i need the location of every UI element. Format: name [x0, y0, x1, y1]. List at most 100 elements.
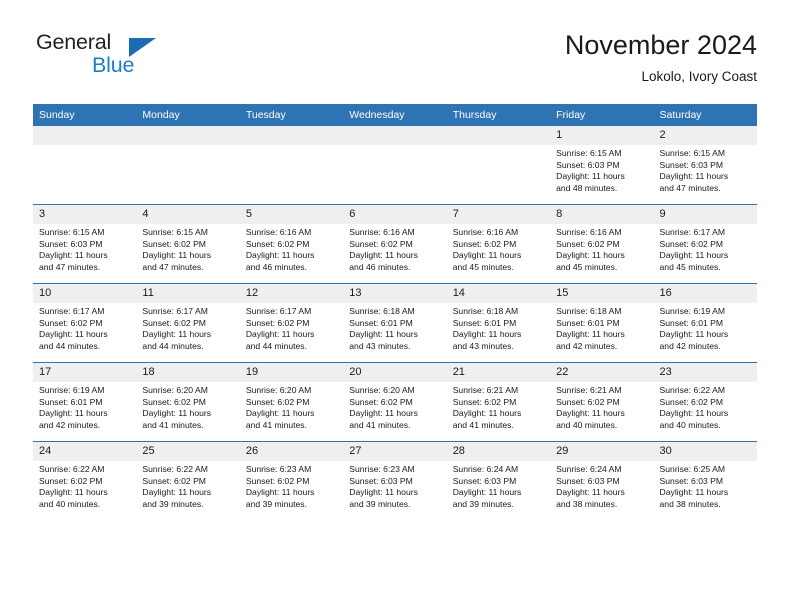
day-cell-empty	[136, 126, 240, 204]
sunset-text: Sunset: 6:01 PM	[659, 317, 724, 328]
day-cell-23[interactable]: 23 Sunrise: 6:22 AM Sunset: 6:02 PM Dayligh…	[653, 363, 757, 441]
daylight-text-line2: and 40 minutes.	[659, 419, 721, 430]
day-cell-4[interactable]: 4 Sunrise: 6:15 AM Sunset: 6:02 PM Daylight…	[136, 205, 240, 283]
day-sun-info: Sunrise: 6:18 AM Sunset: 6:01 PM Daylight:…	[343, 303, 446, 352]
day-cell-15[interactable]: 15 Sunrise: 6:18 AM Sunset: 6:01 PM Dayligh…	[550, 284, 654, 362]
sunrise-text: Sunrise: 6:18 AM	[556, 306, 622, 316]
daylight-text-line1: Daylight: 11 hours	[659, 329, 729, 340]
day-number: 12	[239, 284, 344, 303]
day-cell-30[interactable]: 30 Sunrise: 6:25 AM Sunset: 6:03 PM Dayligh…	[653, 442, 757, 520]
sunrise-text: Sunrise: 6:17 AM	[142, 306, 208, 316]
daylight-text-line2: and 41 minutes.	[452, 419, 514, 430]
daylight-text-line2: and 39 minutes.	[349, 498, 411, 509]
sunset-text: Sunset: 6:02 PM	[142, 396, 206, 407]
daylight-text-line1: Daylight: 11 hours	[245, 487, 315, 498]
calendar-page: General Blue November 2024 Lokolo, Ivory…	[0, 0, 792, 612]
day-cell-19[interactable]: 19 Sunrise: 6:20 AM Sunset: 6:02 PM Dayligh…	[239, 363, 344, 441]
daylight-text-line2: and 44 minutes.	[245, 340, 307, 351]
sunrise-text: Sunrise: 6:16 AM	[556, 227, 622, 237]
day-cell-29[interactable]: 29 Sunrise: 6:24 AM Sunset: 6:03 PM Dayligh…	[550, 442, 654, 520]
general-blue-logo[interactable]: General Blue	[33, 28, 243, 84]
day-sun-info: Sunrise: 6:19 AM Sunset: 6:01 PM Daylight:…	[654, 303, 757, 352]
sunrise-text: Sunrise: 6:17 AM	[245, 306, 312, 316]
day-number: 22	[550, 363, 654, 382]
calendar-cell: 27 Sunrise: 6:23 AM Sunset: 6:03 PM Dayligh…	[343, 441, 447, 520]
calendar-cell: 6 Sunrise: 6:16 AM Sunset: 6:02 PM Daylight…	[343, 204, 447, 284]
day-cell-1[interactable]: 1 Sunrise: 6:15 AM Sunset: 6:03 PM Daylight…	[550, 126, 654, 204]
day-cell-7[interactable]: 7 Sunrise: 6:16 AM Sunset: 6:02 PM Daylight…	[446, 205, 551, 283]
day-cell-21[interactable]: 21 Sunrise: 6:21 AM Sunset: 6:02 PM Dayligh…	[446, 363, 551, 441]
day-cell-12[interactable]: 12 Sunrise: 6:17 AM Sunset: 6:02 PM Dayligh…	[239, 284, 344, 362]
daylight-text-line2: and 39 minutes.	[452, 498, 514, 509]
day-number: 18	[136, 363, 240, 382]
daylight-text-line2: and 45 minutes.	[659, 261, 721, 272]
day-cell-2[interactable]: 2 Sunrise: 6:15 AM Sunset: 6:03 PM Daylight…	[653, 126, 757, 204]
day-cell-17[interactable]: 17 Sunrise: 6:19 AM Sunset: 6:01 PM Dayligh…	[33, 363, 137, 441]
day-cell-empty	[446, 126, 551, 204]
calendar-cell	[239, 126, 344, 205]
day-cell-26[interactable]: 26 Sunrise: 6:23 AM Sunset: 6:02 PM Dayligh…	[239, 442, 344, 520]
day-cell-14[interactable]: 14 Sunrise: 6:18 AM Sunset: 6:01 PM Dayligh…	[446, 284, 551, 362]
daylight-text-line1: Daylight: 11 hours	[349, 408, 418, 419]
day-cell-16[interactable]: 16 Sunrise: 6:19 AM Sunset: 6:01 PM Dayligh…	[653, 284, 757, 362]
daylight-text-line2: and 41 minutes.	[349, 419, 411, 430]
daylight-text-line1: Daylight: 11 hours	[245, 250, 315, 261]
day-sun-info: Sunrise: 6:16 AM Sunset: 6:02 PM Daylight:…	[447, 224, 550, 273]
calendar-cell: 19 Sunrise: 6:20 AM Sunset: 6:02 PM Dayligh…	[239, 362, 344, 442]
calendar-cell: 4 Sunrise: 6:15 AM Sunset: 6:02 PM Daylight…	[136, 204, 240, 284]
day-number: 2	[653, 126, 757, 145]
day-sun-info: Sunrise: 6:22 AM Sunset: 6:02 PM Daylight:…	[33, 461, 136, 510]
daylight-text-line2: and 41 minutes.	[142, 419, 204, 430]
day-cell-18[interactable]: 18 Sunrise: 6:20 AM Sunset: 6:02 PM Dayligh…	[136, 363, 240, 441]
day-cell-28[interactable]: 28 Sunrise: 6:24 AM Sunset: 6:03 PM Dayligh…	[446, 442, 551, 520]
sunset-text: Sunset: 6:03 PM	[39, 238, 103, 249]
sunrise-text: Sunrise: 6:25 AM	[659, 464, 725, 474]
daylight-text-line2: and 42 minutes.	[556, 340, 618, 351]
day-number: 20	[343, 363, 447, 382]
logo-text-blue: Blue	[92, 53, 135, 77]
sunrise-text: Sunrise: 6:15 AM	[659, 148, 725, 158]
weekday-header-friday: Friday	[550, 104, 654, 126]
calendar-cell: 17 Sunrise: 6:19 AM Sunset: 6:01 PM Dayligh…	[33, 362, 137, 442]
day-cell-20[interactable]: 20 Sunrise: 6:20 AM Sunset: 6:02 PM Dayligh…	[343, 363, 447, 441]
sunset-text: Sunset: 6:03 PM	[556, 475, 620, 486]
day-number: 16	[653, 284, 757, 303]
day-number	[446, 126, 551, 145]
sunrise-text: Sunrise: 6:20 AM	[245, 385, 312, 395]
day-number: 3	[33, 205, 137, 224]
sunset-text: Sunset: 6:01 PM	[556, 317, 620, 328]
daylight-text-line1: Daylight: 11 hours	[659, 171, 729, 182]
sunrise-text: Sunrise: 6:15 AM	[556, 148, 622, 158]
calendar-cell: 25 Sunrise: 6:22 AM Sunset: 6:02 PM Dayligh…	[136, 441, 240, 520]
calendar-week-row: 3 Sunrise: 6:15 AM Sunset: 6:03 PM Daylight…	[33, 204, 757, 284]
sunset-text: Sunset: 6:02 PM	[39, 317, 103, 328]
day-sun-info: Sunrise: 6:21 AM Sunset: 6:02 PM Daylight:…	[550, 382, 653, 431]
day-cell-27[interactable]: 27 Sunrise: 6:23 AM Sunset: 6:03 PM Dayligh…	[343, 442, 447, 520]
day-cell-5[interactable]: 5 Sunrise: 6:16 AM Sunset: 6:02 PM Daylight…	[239, 205, 344, 283]
page-header: General Blue November 2024 Lokolo, Ivory…	[33, 28, 757, 98]
sunrise-text: Sunrise: 6:23 AM	[349, 464, 415, 474]
sunrise-text: Sunrise: 6:18 AM	[452, 306, 519, 316]
day-sun-info: Sunrise: 6:20 AM Sunset: 6:02 PM Daylight:…	[136, 382, 239, 431]
day-sun-info: Sunrise: 6:22 AM Sunset: 6:02 PM Daylight:…	[654, 382, 757, 431]
day-cell-3[interactable]: 3 Sunrise: 6:15 AM Sunset: 6:03 PM Daylight…	[33, 205, 137, 283]
day-cell-24[interactable]: 24 Sunrise: 6:22 AM Sunset: 6:02 PM Dayligh…	[33, 442, 137, 520]
day-cell-9[interactable]: 9 Sunrise: 6:17 AM Sunset: 6:02 PM Daylight…	[653, 205, 757, 283]
sunrise-text: Sunrise: 6:16 AM	[452, 227, 519, 237]
day-number: 11	[136, 284, 240, 303]
sunrise-text: Sunrise: 6:15 AM	[142, 227, 208, 237]
daylight-text-line1: Daylight: 11 hours	[142, 329, 212, 340]
day-sun-info: Sunrise: 6:24 AM Sunset: 6:03 PM Daylight:…	[550, 461, 653, 510]
day-number: 29	[550, 442, 654, 461]
day-cell-13[interactable]: 13 Sunrise: 6:18 AM Sunset: 6:01 PM Dayligh…	[343, 284, 447, 362]
day-cell-25[interactable]: 25 Sunrise: 6:22 AM Sunset: 6:02 PM Dayligh…	[136, 442, 240, 520]
daylight-text-line1: Daylight: 11 hours	[452, 250, 522, 261]
calendar-week-row: 17 Sunrise: 6:19 AM Sunset: 6:01 PM Dayligh…	[33, 362, 757, 442]
day-cell-8[interactable]: 8 Sunrise: 6:16 AM Sunset: 6:02 PM Daylight…	[550, 205, 654, 283]
day-cell-11[interactable]: 11 Sunrise: 6:17 AM Sunset: 6:02 PM Dayligh…	[136, 284, 240, 362]
day-cell-22[interactable]: 22 Sunrise: 6:21 AM Sunset: 6:02 PM Dayligh…	[550, 363, 654, 441]
sunrise-text: Sunrise: 6:21 AM	[556, 385, 622, 395]
day-cell-10[interactable]: 10 Sunrise: 6:17 AM Sunset: 6:02 PM Dayligh…	[33, 284, 137, 362]
day-cell-6[interactable]: 6 Sunrise: 6:16 AM Sunset: 6:02 PM Daylight…	[343, 205, 447, 283]
day-number: 30	[653, 442, 757, 461]
